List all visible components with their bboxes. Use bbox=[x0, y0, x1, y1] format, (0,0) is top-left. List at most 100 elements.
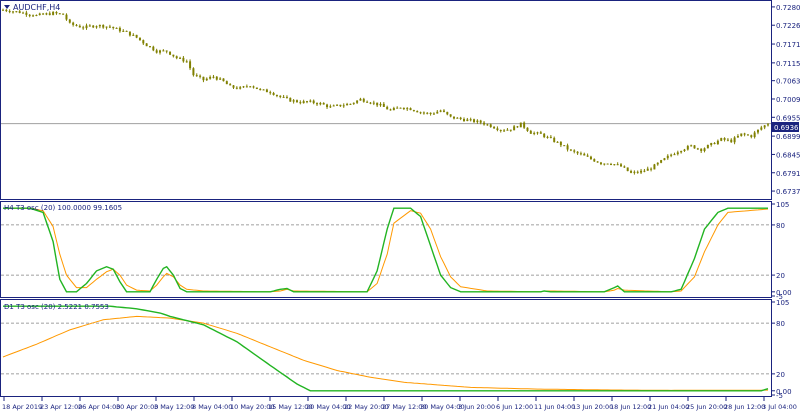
candle-body bbox=[379, 104, 381, 105]
candle-body bbox=[86, 25, 88, 28]
candle-body bbox=[603, 164, 605, 165]
candle-body bbox=[396, 108, 398, 109]
candle-body bbox=[570, 150, 572, 151]
candle-body bbox=[640, 171, 642, 173]
candle-body bbox=[116, 28, 118, 29]
candle-body bbox=[627, 167, 629, 171]
candle-body bbox=[547, 137, 549, 138]
candle-body bbox=[196, 75, 198, 76]
time-axis[interactable]: 18 Apr 201923 Apr 12:0026 Apr 04:0030 Ap… bbox=[2, 397, 797, 411]
candle-body bbox=[670, 155, 672, 156]
candle-body bbox=[82, 27, 84, 28]
candle-body bbox=[720, 138, 722, 141]
candle-body bbox=[356, 101, 358, 103]
candle-body bbox=[276, 95, 278, 96]
candle-body bbox=[657, 163, 659, 165]
candle-body bbox=[99, 25, 101, 26]
time-tick-label: 21 Jun 04:00 bbox=[648, 403, 689, 411]
candle-body bbox=[286, 97, 288, 98]
candle-body bbox=[5, 10, 7, 11]
candle-body bbox=[369, 103, 371, 104]
osc-tick-label: -5 bbox=[776, 392, 783, 400]
price-tick-label: 0.71155 bbox=[776, 60, 800, 68]
symbol-title: AUDCHF,H4 bbox=[13, 3, 60, 12]
candle-body bbox=[29, 15, 31, 16]
candle-body bbox=[202, 77, 204, 80]
candle-body bbox=[162, 50, 164, 51]
candle-body bbox=[516, 126, 518, 127]
candle-body bbox=[65, 15, 67, 20]
chart-canvas[interactable]: AUDCHF,H4 0.728050.722650.717100.711550.… bbox=[0, 0, 800, 412]
time-tick-label: 18 Apr 2019 bbox=[2, 403, 42, 411]
price-axis[interactable]: 0.728050.722650.717100.711550.706300.700… bbox=[771, 4, 800, 196]
candle-body bbox=[366, 102, 368, 103]
candle-body bbox=[714, 143, 716, 144]
d1-panel-frame bbox=[1, 300, 772, 397]
candle-body bbox=[683, 150, 685, 151]
candle-body bbox=[443, 111, 445, 112]
candle-body bbox=[269, 92, 271, 93]
candle-body bbox=[129, 31, 131, 35]
candle-body bbox=[754, 132, 756, 137]
candle-body bbox=[764, 125, 766, 127]
candle-body bbox=[610, 164, 612, 165]
time-tick-label: 30 Apr 20:00 bbox=[116, 403, 158, 411]
candle-body bbox=[486, 124, 488, 125]
candle-body bbox=[710, 143, 712, 145]
candle-body bbox=[192, 68, 194, 75]
candle-body bbox=[704, 148, 706, 151]
candle-body bbox=[767, 124, 769, 125]
d1-axis: 10580200.00-5 bbox=[771, 299, 792, 400]
candle-body bbox=[440, 111, 442, 112]
trading-chart-window[interactable]: AUDCHF,H4 0.728050.722650.717100.711550.… bbox=[0, 0, 800, 412]
candle-body bbox=[176, 56, 178, 58]
candle-body bbox=[279, 96, 281, 97]
candle-body bbox=[687, 146, 689, 150]
current-price-label: 0.69362 bbox=[774, 124, 800, 132]
candle-body bbox=[590, 157, 592, 159]
candle-body bbox=[62, 14, 64, 15]
candle-body bbox=[152, 47, 154, 51]
h4-oscillator-panel[interactable]: H4 T3 osc (20) 100.0000 99.1605 10580200… bbox=[1, 201, 792, 301]
candle-body bbox=[506, 130, 508, 131]
candle-body bbox=[376, 103, 378, 106]
candle-body bbox=[456, 118, 458, 119]
candle-body bbox=[386, 107, 388, 109]
candle-body bbox=[186, 61, 188, 62]
candle-body bbox=[593, 159, 595, 161]
candle-body bbox=[480, 121, 482, 123]
candle-body bbox=[660, 160, 662, 163]
candle-body bbox=[513, 126, 515, 130]
price-tick-label: 0.67375 bbox=[776, 188, 800, 196]
candle-body bbox=[283, 97, 285, 98]
candle-body bbox=[453, 117, 455, 119]
candle-body bbox=[126, 31, 128, 32]
candle-body bbox=[236, 88, 238, 89]
candle-body bbox=[339, 105, 341, 106]
price-tick-label: 0.71710 bbox=[776, 41, 800, 49]
candle-body bbox=[607, 164, 609, 165]
candle-body bbox=[182, 58, 184, 62]
candle-body bbox=[69, 20, 71, 23]
candle-body bbox=[750, 135, 752, 137]
candle-body bbox=[724, 138, 726, 140]
candle-body bbox=[313, 101, 315, 103]
main-price-panel[interactable]: AUDCHF,H4 0.728050.722650.717100.711550.… bbox=[1, 1, 800, 200]
candle-body bbox=[760, 127, 762, 129]
candle-body bbox=[653, 164, 655, 169]
osc-tick-label: 80 bbox=[776, 222, 785, 230]
candle-body bbox=[359, 99, 361, 101]
d1-oscillator-panel[interactable]: D1 T3 osc (20) 2.5221 0.7553 10580200.00… bbox=[1, 299, 792, 400]
candle-body bbox=[109, 27, 111, 28]
candle-body bbox=[744, 133, 746, 134]
candle-body bbox=[523, 123, 525, 128]
price-tick-label: 0.68995 bbox=[776, 133, 800, 141]
candle-body bbox=[106, 27, 108, 28]
candle-body bbox=[75, 25, 77, 26]
candle-body bbox=[617, 164, 619, 165]
candle-body bbox=[289, 98, 291, 102]
candle-body bbox=[450, 114, 452, 116]
candle-body bbox=[667, 156, 669, 158]
candle-body bbox=[536, 132, 538, 133]
candle-body bbox=[229, 84, 231, 85]
